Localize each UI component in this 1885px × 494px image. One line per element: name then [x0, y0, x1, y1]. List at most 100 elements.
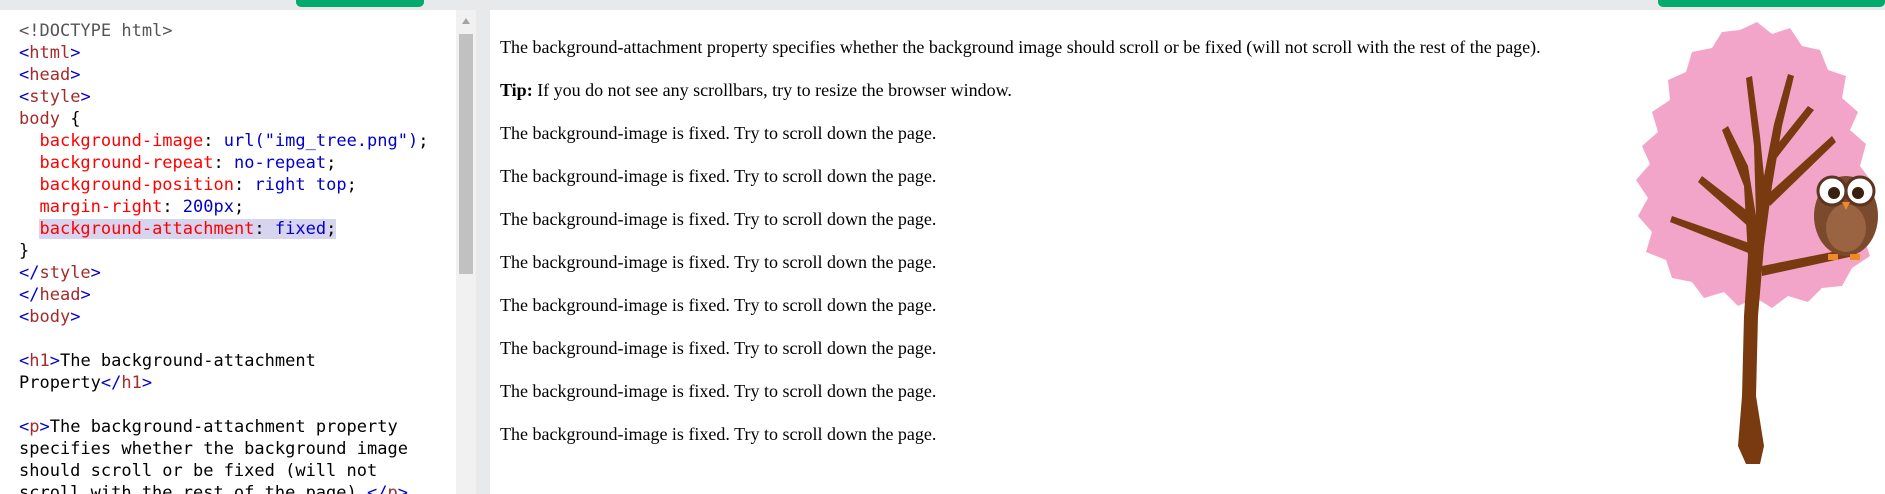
code-line[interactable]: <style>	[19, 86, 459, 108]
code-line[interactable]: body {	[19, 108, 459, 130]
repeated-paragraph: The background-image is fixed. Try to sc…	[500, 381, 937, 401]
code-token: <!DOCTYPE html>	[19, 21, 173, 41]
code-line[interactable]: Property</h1>	[19, 372, 459, 394]
code-token: >	[70, 307, 81, 327]
code-token: scroll with the rest of the page).	[19, 483, 367, 494]
scrollbar-thumb[interactable]	[459, 34, 473, 274]
code-line[interactable]: margin-right: 200px;	[19, 196, 459, 218]
repeated-paragraph: The background-image is fixed. Try to sc…	[500, 123, 937, 143]
repeated-paragraph: The background-image is fixed. Try to sc…	[500, 166, 937, 186]
code-token: style	[29, 87, 81, 107]
code-line[interactable]: should scroll or be fixed (will not	[19, 460, 459, 482]
code-line[interactable]: scroll with the rest of the page).</p>	[19, 482, 459, 494]
code-token: right top	[254, 175, 347, 195]
code-token: fixed	[274, 219, 327, 239]
code-token: </	[19, 263, 40, 283]
code-line[interactable]: <head>	[19, 64, 459, 86]
code-token: <	[19, 351, 30, 371]
code-token: background-image	[39, 131, 204, 151]
code-line[interactable]: <h1>The background-attachment	[19, 350, 459, 372]
code-token: :	[162, 197, 183, 217]
code-line[interactable]: }	[19, 240, 459, 262]
code-token: >	[80, 285, 91, 305]
code-token: >	[70, 43, 81, 63]
code-token: {	[59, 109, 81, 129]
code-token: should scroll or be fixed (will not	[19, 461, 378, 481]
code-token: :	[203, 131, 224, 151]
code-token: :	[254, 219, 275, 239]
code-line[interactable]: background-image: url("img_tree.png");	[19, 130, 459, 152]
code-line[interactable]: <!DOCTYPE html>	[19, 20, 459, 42]
code-token: "img_tree.png"	[264, 131, 408, 151]
code-token: ;	[326, 153, 337, 173]
code-token: Property	[19, 373, 101, 393]
code-token: <	[19, 65, 30, 85]
code-token: >	[49, 351, 60, 371]
code-token: }	[19, 241, 30, 261]
code-line[interactable]: <html>	[19, 42, 459, 64]
code-token: p	[29, 417, 40, 437]
code-token: background-attachment	[39, 219, 255, 239]
result-pane: The background-attachment property speci…	[490, 10, 1885, 494]
repeated-paragraph: The background-image is fixed. Try to sc…	[500, 338, 937, 358]
code-content[interactable]: <!DOCTYPE html> <html> <head> <style> body {…	[19, 20, 459, 494]
code-token: body	[19, 109, 60, 129]
code-line[interactable]	[19, 394, 459, 416]
top-toolbar-strip	[0, 0, 1885, 10]
code-token: h1	[29, 351, 50, 371]
code-token: The background-attachment property	[49, 417, 398, 437]
repeated-paragraph: The background-image is fixed. Try to sc…	[500, 424, 937, 444]
code-token: margin-right	[39, 197, 163, 217]
code-token: 200px	[182, 197, 234, 217]
code-token: :	[233, 175, 255, 195]
scroll-up-arrow-icon[interactable]	[462, 18, 470, 24]
code-line[interactable]: specifies whether the background image	[19, 438, 459, 460]
code-token: >	[70, 65, 81, 85]
code-line[interactable]: <body>	[19, 306, 459, 328]
code-token: p	[387, 483, 398, 494]
code-token: background-repeat	[39, 153, 214, 173]
result-content: The background-attachment property speci…	[500, 36, 1616, 466]
code-token: The background-attachment	[59, 351, 316, 371]
tip-paragraph: Tip: If you do not see any scrollbars, t…	[500, 79, 1616, 101]
code-editor[interactable]: <!DOCTYPE html> <html> <head> <style> body {…	[0, 10, 476, 494]
get-website-button[interactable]	[1658, 0, 1885, 7]
code-token: :	[213, 153, 234, 173]
code-token: <	[19, 417, 30, 437]
code-token: ;	[346, 175, 357, 195]
code-token: ;	[233, 197, 245, 217]
intro-paragraph: The background-attachment property speci…	[500, 37, 1541, 57]
pane-divider[interactable]	[476, 10, 490, 494]
repeated-paragraph: The background-image is fixed. Try to sc…	[500, 209, 937, 229]
code-token: html	[29, 43, 71, 63]
code-token: no-repeat	[233, 153, 327, 173]
code-line[interactable]: <p>The background-attachment property	[19, 416, 459, 438]
code-line[interactable]: background-attachment: fixed;	[19, 218, 459, 240]
code-line[interactable]: background-repeat: no-repeat;	[19, 152, 459, 174]
code-line[interactable]: background-position: right top;	[19, 174, 459, 196]
code-token: >	[80, 87, 91, 107]
code-line[interactable]	[19, 328, 459, 350]
editor-scrollbar[interactable]	[456, 10, 476, 494]
code-token: >	[90, 263, 101, 283]
code-token: </	[100, 373, 122, 393]
run-button[interactable]	[296, 0, 424, 7]
tree-background-image	[1636, 22, 1878, 464]
code-token: specifies whether the background image	[19, 439, 408, 459]
code-token: head	[39, 285, 81, 305]
code-token: body	[29, 307, 71, 327]
tip-text: If you do not see any scrollbars, try to…	[532, 80, 1012, 100]
code-token: >	[141, 373, 153, 393]
code-token: </	[19, 285, 40, 305]
code-token: ;	[326, 219, 337, 239]
code-line[interactable]: </style>	[19, 262, 459, 284]
code-token: style	[39, 263, 91, 283]
code-line[interactable]: </head>	[19, 284, 459, 306]
code-token: head	[29, 65, 71, 85]
tip-label: Tip:	[500, 80, 533, 100]
code-token: background-position	[39, 175, 234, 195]
